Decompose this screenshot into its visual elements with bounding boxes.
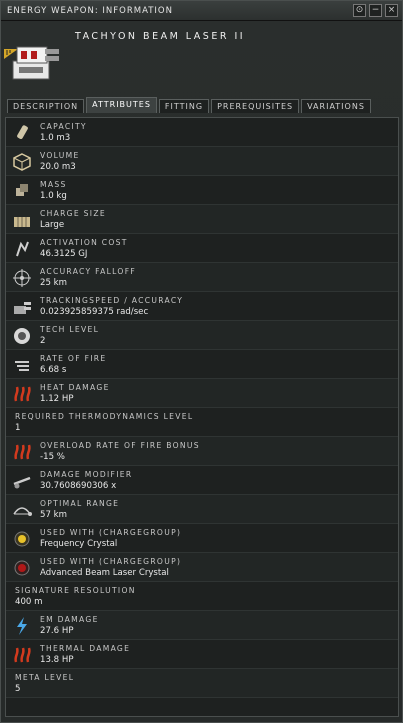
attribute-value: 1.0 m3 [40, 133, 71, 143]
attribute-row-tech-level[interactable]: TECH LEVEL 2 [6, 321, 398, 350]
rate-of-fire-icon [15, 361, 29, 371]
attribute-label: REQUIRED THERMODYNAMICS LEVEL [15, 412, 194, 421]
attribute-row-charge-size[interactable]: CHARGE SIZE Large [6, 205, 398, 234]
em-damage-icon [17, 617, 27, 635]
attribute-label: OVERLOAD RATE OF FIRE BONUS [40, 441, 200, 450]
attribute-row-rate-of-fire[interactable]: RATE OF FIRE 6.68 s [6, 350, 398, 379]
attribute-label: USED WITH (CHARGEGROUP) [40, 557, 182, 566]
attribute-row-signature-resolution[interactable]: SIGNATURE RESOLUTION 400 m [6, 582, 398, 611]
attribute-label: USED WITH (CHARGEGROUP) [40, 528, 182, 537]
optimal-range-icon [13, 507, 32, 516]
attribute-value: 2 [40, 336, 46, 346]
attribute-value: 57 km [40, 510, 68, 520]
attribute-label: META LEVEL [15, 673, 75, 682]
overload-icon [14, 444, 31, 460]
attribute-label: OPTIMAL RANGE [40, 499, 120, 508]
attribute-value: Large [40, 220, 65, 230]
attribute-value: 1 [15, 423, 21, 433]
attribute-row-heat-damage[interactable]: HEAT DAMAGE 1.12 HP [6, 379, 398, 408]
attribute-label: ACCURACY FALLOFF [40, 267, 137, 276]
tab-fitting[interactable]: FITTING [158, 99, 210, 113]
attribute-label: TECH LEVEL [40, 325, 100, 334]
tab-attributes[interactable]: ATTRIBUTES [86, 97, 157, 113]
attribute-row-capacity[interactable]: CAPACITY 1.0 m3 [6, 118, 398, 147]
capacity-icon [17, 125, 28, 139]
attribute-row-em-damage[interactable]: EM DAMAGE 27.6 HP [6, 611, 398, 640]
attribute-row-overload-rof[interactable]: OVERLOAD RATE OF FIRE BONUS -15 % [6, 437, 398, 466]
attribute-value: 6.68 s [40, 365, 67, 375]
falloff-icon [13, 269, 31, 287]
attribute-label: CAPACITY [40, 122, 87, 131]
attribute-row-thermodynamics[interactable]: REQUIRED THERMODYNAMICS LEVEL 1 [6, 408, 398, 437]
info-window: ENERGY WEAPON: INFORMATION ⊙ − × TACHYON… [0, 0, 403, 723]
attribute-row-thermal-damage[interactable]: THERMAL DAMAGE 13.8 HP [6, 640, 398, 669]
attribute-label: EM DAMAGE [40, 615, 99, 624]
tab-bar: DESCRIPTION ATTRIBUTES FITTING PREREQUIS… [7, 97, 371, 113]
attribute-value: 400 m [15, 597, 43, 607]
attribute-row-meta-level[interactable]: META LEVEL 5 [6, 669, 398, 698]
tab-description[interactable]: DESCRIPTION [7, 99, 85, 113]
attribute-value: 0.023925859375 rad/sec [40, 307, 149, 317]
attribute-row-chargegroup-frequency[interactable]: USED WITH (CHARGEGROUP) Frequency Crysta… [6, 524, 398, 553]
attribute-label: THERMAL DAMAGE [40, 644, 131, 653]
attribute-value: 25 km [40, 278, 68, 288]
attribute-label: DAMAGE MODIFIER [40, 470, 133, 479]
advanced-crystal-icon [14, 560, 30, 576]
attribute-label: VOLUME [40, 151, 80, 160]
window-title: ENERGY WEAPON: INFORMATION [7, 5, 173, 16]
attribute-value: -15 % [40, 452, 65, 462]
frequency-crystal-icon [14, 531, 30, 547]
info-button[interactable]: ⊙ [353, 4, 366, 17]
attribute-label: HEAT DAMAGE [40, 383, 110, 392]
item-header: TACHYON BEAM LASER II [1, 21, 402, 99]
attribute-value: 27.6 HP [40, 626, 74, 636]
attribute-row-volume[interactable]: VOLUME 20.0 m3 [6, 147, 398, 176]
attribute-row-mass[interactable]: MASS 1.0 kg [6, 176, 398, 205]
mass-icon [16, 184, 28, 196]
attributes-list[interactable]: CAPACITY 1.0 m3 VOLUME 20.0 m3 MASS 1.0 … [5, 117, 399, 717]
close-button[interactable]: × [385, 4, 398, 17]
attribute-row-optimal-range[interactable]: OPTIMAL RANGE 57 km [6, 495, 398, 524]
attribute-value: 5 [15, 684, 21, 694]
title-bar[interactable]: ENERGY WEAPON: INFORMATION ⊙ − × [1, 1, 402, 21]
attribute-row-accuracy-falloff[interactable]: ACCURACY FALLOFF 25 km [6, 263, 398, 292]
attribute-label: CHARGE SIZE [40, 209, 106, 218]
activation-cost-icon [16, 241, 29, 257]
attribute-value: 20.0 m3 [40, 162, 76, 172]
damage-modifier-icon [13, 476, 31, 489]
attribute-label: MASS [40, 180, 67, 189]
laser-turret-icon[interactable] [5, 27, 67, 89]
attribute-value: 30.7608690306 x [40, 481, 117, 491]
attribute-label: TRACKINGSPEED / ACCURACY [40, 296, 184, 305]
attribute-label: RATE OF FIRE [40, 354, 107, 363]
tab-variations[interactable]: VARIATIONS [301, 99, 371, 113]
attribute-value: Frequency Crystal [40, 539, 118, 549]
attribute-row-chargegroup-advanced[interactable]: USED WITH (CHARGEGROUP) Advanced Beam La… [6, 553, 398, 582]
charge-size-icon [14, 217, 30, 227]
attribute-value: Advanced Beam Laser Crystal [40, 568, 169, 578]
heat-damage-icon [14, 386, 31, 402]
tab-prerequisites[interactable]: PREREQUISITES [211, 99, 300, 113]
attribute-value: 13.8 HP [40, 655, 74, 665]
thermal-damage-icon [14, 647, 31, 663]
attribute-value: 1.12 HP [40, 394, 74, 404]
tech-level-icon [14, 328, 30, 344]
attribute-row-tracking[interactable]: TRACKINGSPEED / ACCURACY 0.023925859375 … [6, 292, 398, 321]
attribute-label: SIGNATURE RESOLUTION [15, 586, 136, 595]
item-name: TACHYON BEAM LASER II [75, 31, 246, 42]
tracking-icon [14, 302, 31, 314]
attribute-row-activation-cost[interactable]: ACTIVATION COST 46.3125 GJ [6, 234, 398, 263]
attribute-label: ACTIVATION COST [40, 238, 128, 247]
minimize-button[interactable]: − [369, 4, 382, 17]
attribute-value: 1.0 kg [40, 191, 67, 201]
attribute-value: 46.3125 GJ [40, 249, 88, 259]
attribute-row-damage-modifier[interactable]: DAMAGE MODIFIER 30.7608690306 x [6, 466, 398, 495]
volume-icon [13, 153, 31, 171]
